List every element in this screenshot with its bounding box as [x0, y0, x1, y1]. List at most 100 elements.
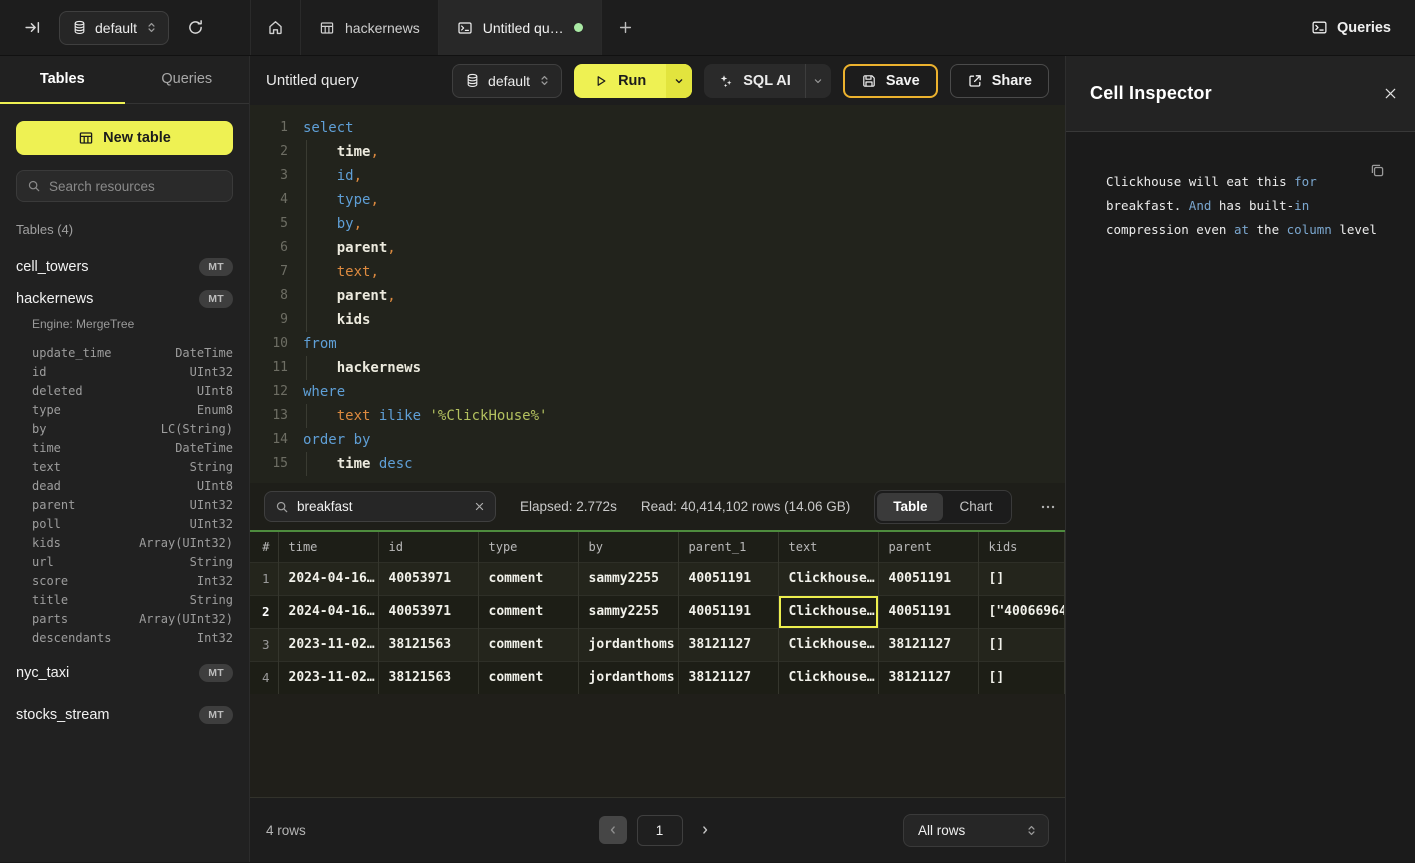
tab-untitled-query[interactable]: Untitled qu…	[439, 0, 602, 55]
table-item-stocks-stream[interactable]: stocks_stream MT	[0, 699, 249, 731]
column-header[interactable]: parent_1	[678, 532, 778, 562]
next-page-button[interactable]	[693, 816, 717, 844]
data-cell[interactable]: ["40066964…	[978, 595, 1065, 628]
schema-column-row[interactable]: titleString	[0, 590, 249, 609]
collapse-sidebar-button[interactable]	[20, 15, 45, 40]
column-header[interactable]: time	[278, 532, 378, 562]
schema-column-row[interactable]: urlString	[0, 552, 249, 571]
view-toggle-chart[interactable]: Chart	[943, 493, 1008, 521]
data-cell[interactable]: []	[978, 562, 1065, 595]
schema-column-row[interactable]: deletedUInt8	[0, 381, 249, 400]
table-item-nyc-taxi[interactable]: nyc_taxi MT	[0, 657, 249, 689]
column-header[interactable]: text	[778, 532, 878, 562]
column-header[interactable]: kids	[978, 532, 1065, 562]
schema-column-row[interactable]: descendantsInt32	[0, 628, 249, 647]
tab-home[interactable]	[251, 0, 301, 55]
data-cell[interactable]: 2023-11-02…	[278, 628, 378, 661]
column-header[interactable]: parent	[878, 532, 978, 562]
data-cell[interactable]: jordanthoms	[578, 661, 678, 694]
schema-column-row[interactable]: partsArray(UInt32)	[0, 609, 249, 628]
results-search-input[interactable]	[297, 499, 466, 514]
data-cell[interactable]: comment	[478, 562, 578, 595]
share-button[interactable]: Share	[950, 64, 1049, 98]
page-number-input[interactable]	[637, 815, 683, 846]
results-more-button[interactable]	[1036, 495, 1060, 519]
data-cell[interactable]: 38121563	[378, 628, 478, 661]
data-cell[interactable]: 38121127	[678, 628, 778, 661]
schema-column-row[interactable]: typeEnum8	[0, 400, 249, 419]
run-button[interactable]: Run	[574, 64, 692, 98]
clear-search-button[interactable]	[474, 501, 485, 512]
sql-ai-button[interactable]: SQL AI	[704, 64, 831, 98]
schema-column-row[interactable]: deadUInt8	[0, 476, 249, 495]
top-bar: default hackernews Untitled	[0, 0, 1415, 56]
view-toggle-table[interactable]: Table	[877, 493, 943, 521]
new-tab-button[interactable]	[602, 0, 649, 55]
schema-column-row[interactable]: timeDateTime	[0, 438, 249, 457]
column-header[interactable]: #	[250, 532, 278, 562]
schema-column-row[interactable]: kidsArray(UInt32)	[0, 533, 249, 552]
data-cell[interactable]: 40053971	[378, 595, 478, 628]
data-cell[interactable]: 40051191	[678, 562, 778, 595]
new-table-button[interactable]: New table	[16, 121, 233, 155]
data-cell[interactable]: 38121563	[378, 661, 478, 694]
resource-search-input[interactable]	[49, 179, 222, 194]
data-cell[interactable]: 40051191	[678, 595, 778, 628]
sql-editor[interactable]: 1select2 time,3 id,4 type,5 by,6 parent,…	[250, 105, 1065, 483]
sidebar-tab-tables[interactable]: Tables	[0, 56, 125, 104]
data-cell[interactable]: 38121127	[878, 628, 978, 661]
data-cell[interactable]: Clickhouse…	[778, 628, 878, 661]
schema-column-row[interactable]: pollUInt32	[0, 514, 249, 533]
data-cell[interactable]: 38121127	[878, 661, 978, 694]
data-cell[interactable]: 2024-04-16…	[278, 562, 378, 595]
close-inspector-button[interactable]	[1379, 82, 1402, 105]
data-cell[interactable]: 2023-11-02…	[278, 661, 378, 694]
code-line: 4 type,	[250, 188, 1065, 212]
query-database-selector[interactable]: default	[452, 64, 562, 98]
data-cell[interactable]: comment	[478, 595, 578, 628]
copy-cell-button[interactable]	[1369, 162, 1386, 179]
refresh-button[interactable]	[183, 15, 208, 40]
data-cell[interactable]: comment	[478, 661, 578, 694]
tab-hackernews[interactable]: hackernews	[301, 0, 439, 55]
database-selector[interactable]: default	[59, 11, 169, 45]
page-size-selector[interactable]: All rows	[903, 814, 1049, 847]
data-cell[interactable]: comment	[478, 628, 578, 661]
data-cell[interactable]: Clickhouse…	[778, 595, 878, 628]
data-cell[interactable]: sammy2255	[578, 595, 678, 628]
schema-column-row[interactable]: scoreInt32	[0, 571, 249, 590]
sql-ai-caret[interactable]	[805, 64, 831, 98]
schema-column-row[interactable]: idUInt32	[0, 362, 249, 381]
column-header[interactable]: id	[378, 532, 478, 562]
data-cell[interactable]: Clickhouse…	[778, 562, 878, 595]
column-header[interactable]: by	[578, 532, 678, 562]
data-cell[interactable]: []	[978, 661, 1065, 694]
data-cell[interactable]: sammy2255	[578, 562, 678, 595]
schema-column-row[interactable]: update_timeDateTime	[0, 343, 249, 362]
run-button-main[interactable]: Run	[574, 64, 666, 98]
data-cell[interactable]: 40051191	[878, 595, 978, 628]
queries-button[interactable]: Queries	[1311, 19, 1391, 36]
data-cell[interactable]: 40053971	[378, 562, 478, 595]
row-number-cell[interactable]: 4	[250, 661, 278, 694]
row-number-cell[interactable]: 2	[250, 595, 278, 628]
run-options-caret[interactable]	[666, 64, 692, 98]
data-cell[interactable]: []	[978, 628, 1065, 661]
previous-page-button[interactable]	[599, 816, 627, 844]
schema-column-row[interactable]: parentUInt32	[0, 495, 249, 514]
table-item-cell-towers[interactable]: cell_towers MT	[0, 251, 249, 283]
schema-column-row[interactable]: textString	[0, 457, 249, 476]
data-cell[interactable]: Clickhouse…	[778, 661, 878, 694]
table-item-hackernews[interactable]: hackernews MT	[0, 283, 249, 315]
data-cell[interactable]: 40051191	[878, 562, 978, 595]
data-cell[interactable]: jordanthoms	[578, 628, 678, 661]
sql-ai-button-main[interactable]: SQL AI	[704, 64, 805, 98]
data-cell[interactable]: 38121127	[678, 661, 778, 694]
data-cell[interactable]: 2024-04-16…	[278, 595, 378, 628]
schema-column-row[interactable]: byLC(String)	[0, 419, 249, 438]
sidebar-tab-queries[interactable]: Queries	[125, 56, 250, 104]
row-number-cell[interactable]: 1	[250, 562, 278, 595]
column-header[interactable]: type	[478, 532, 578, 562]
save-button[interactable]: Save	[843, 64, 938, 98]
row-number-cell[interactable]: 3	[250, 628, 278, 661]
